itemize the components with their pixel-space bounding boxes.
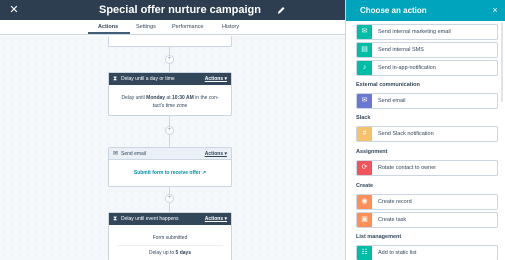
action-send-internal-email[interactable]: ✉ Send internal marketing email — [356, 24, 498, 40]
slack-icon: # — [357, 127, 372, 141]
delay-text-at: at — [165, 95, 173, 101]
active-tab-indicator — [88, 32, 130, 34]
tab-performance[interactable]: Performance — [172, 23, 204, 31]
action-send-internal-sms[interactable]: ▤ Send internal SMS — [356, 42, 498, 58]
choose-action-panel: Choose an action × ✉ Send internal marke… — [345, 0, 505, 260]
delay-card-body: Delay until Monday at 10:30 AM in the co… — [109, 85, 231, 110]
section-title-create: Create — [356, 183, 374, 189]
action-label: Send Slack notification — [378, 131, 434, 137]
action-label: Send in-app-notification — [378, 65, 436, 71]
section-title-assignment: Assignment — [356, 149, 388, 155]
close-icon[interactable]: ✕ — [8, 4, 20, 16]
tab-bar: Actions Settings Performance History — [0, 20, 345, 35]
email-link[interactable]: Submit form to receive offer — [134, 170, 201, 176]
action-rotate-contact[interactable]: ⟳ Rotate contact to owner — [356, 160, 498, 176]
delay-card-actions-menu[interactable]: Actions ▾ — [205, 75, 227, 83]
delay-text-post: in the con- — [193, 95, 219, 101]
send-email-card-title: Send email — [121, 151, 147, 157]
tab-history[interactable]: History — [222, 23, 239, 31]
delay-timezone-text: tact's time zone — [152, 103, 188, 109]
delay-up-to-text: Delay up to — [148, 250, 176, 256]
send-email-actions-menu[interactable]: Actions ▾ — [205, 150, 227, 158]
mail-icon: ✉ — [357, 94, 372, 108]
section-title-external: External communication — [356, 82, 420, 88]
event-delay-actions-menu[interactable]: Actions ▾ — [205, 215, 227, 223]
panel-title: Choose an action — [360, 6, 427, 15]
delay-card[interactable]: ⧗ Delay until a day or time Actions ▾ De… — [108, 72, 232, 116]
section-title-list-management: List management — [356, 234, 402, 240]
delay-duration-value: 5 days — [175, 250, 192, 256]
hourglass-icon: ⧗ — [113, 76, 118, 82]
panel-scrollbar[interactable] — [501, 22, 503, 102]
action-send-email[interactable]: ✉ Send email — [356, 93, 498, 109]
event-delay-card-body: Form submitted Delay up to 5 days — [109, 225, 231, 257]
action-create-task[interactable]: ▣ Create task — [356, 212, 498, 228]
action-send-slack-notification[interactable]: # Send Slack notification — [356, 126, 498, 142]
tab-actions[interactable]: Actions — [98, 23, 118, 31]
hourglass-icon: ⧗ — [113, 216, 118, 222]
delay-time: 10:30 AM — [172, 95, 194, 101]
action-label: Create task — [378, 217, 407, 223]
add-step-button[interactable]: + — [165, 194, 174, 203]
event-delay-card-header: ⧗ Delay until event happens Actions ▾ — [109, 213, 231, 225]
tab-settings[interactable]: Settings — [136, 23, 156, 31]
record-icon: ◉ — [357, 195, 372, 209]
action-add-to-static-list[interactable]: ☷ Add to static list — [356, 245, 498, 260]
sms-icon: ▤ — [357, 43, 372, 57]
pencil-icon[interactable] — [276, 4, 286, 16]
workflow-header: ✕ Special offer nurture campaign — [0, 0, 345, 20]
action-label: Create record — [378, 199, 412, 205]
mail-icon: ✉ — [113, 151, 119, 157]
delay-text: Delay until — [121, 95, 147, 101]
delay-day: Monday — [146, 95, 166, 101]
task-icon: ▣ — [357, 213, 372, 227]
action-label: Add to static list — [378, 250, 417, 256]
event-delay-card-title: Delay until event happens — [121, 216, 179, 222]
delay-card-title: Delay until a day or time — [121, 76, 175, 82]
section-title-slack: Slack — [356, 115, 371, 121]
action-label: Rotate contact to owner — [378, 165, 437, 171]
close-icon[interactable]: × — [490, 5, 500, 16]
list-icon: ☷ — [357, 246, 372, 260]
action-create-record[interactable]: ◉ Create record — [356, 194, 498, 210]
send-email-card-body: Submit form to receive offer ↗ — [109, 160, 231, 177]
add-step-button[interactable]: + — [165, 55, 174, 64]
delay-card-header: ⧗ Delay until a day or time Actions ▾ — [109, 73, 231, 85]
action-label: Send internal marketing email — [378, 29, 451, 35]
workflow-title[interactable]: Special offer nurture campaign — [90, 3, 270, 17]
action-label: Send internal SMS — [378, 47, 424, 53]
action-label: Send email — [378, 98, 406, 104]
previous-action-card[interactable] — [108, 36, 232, 47]
add-step-button[interactable]: + — [165, 126, 174, 135]
bell-icon: ♪ — [357, 61, 372, 75]
send-email-card[interactable]: ✉ Send email Actions ▾ Submit form to re… — [108, 147, 232, 187]
action-send-in-app-notification[interactable]: ♪ Send in-app-notification — [356, 60, 498, 76]
external-link-icon[interactable]: ↗ — [202, 170, 206, 176]
rotate-icon: ⟳ — [357, 161, 372, 175]
event-delay-card[interactable]: ⧗ Delay until event happens Actions ▾ Fo… — [108, 212, 232, 260]
send-email-card-header: ✉ Send email Actions ▾ — [109, 148, 231, 160]
mail-icon: ✉ — [357, 25, 372, 39]
event-delay-duration: Delay up to 5 days — [117, 245, 223, 257]
event-trigger-text: Form submitted — [152, 235, 188, 241]
panel-header: Choose an action × — [346, 0, 505, 21]
